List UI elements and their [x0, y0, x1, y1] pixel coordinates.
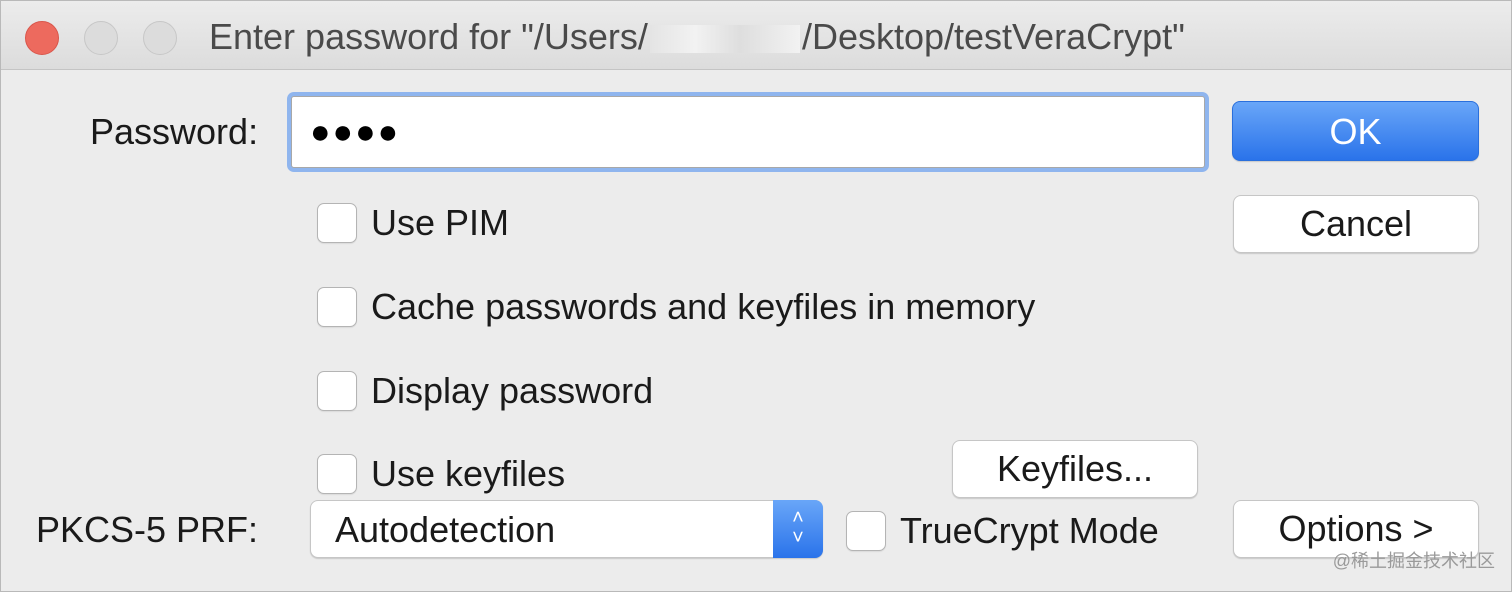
zoom-traffic-light-icon[interactable]	[143, 21, 177, 55]
close-traffic-light-icon[interactable]	[25, 21, 59, 55]
cancel-button[interactable]: Cancel	[1233, 195, 1479, 253]
prf-selected-value: Autodetection	[335, 509, 556, 550]
use-pim-checkbox[interactable]	[317, 203, 357, 243]
prf-label: PKCS-5 PRF:	[36, 509, 259, 550]
title-bar: Enter password for "/Users/ /Desktop/test…	[1, 1, 1511, 70]
display-password-checkbox[interactable]	[317, 371, 357, 411]
prf-select[interactable]: Autodetection ˄ ˅	[310, 500, 823, 558]
password-input[interactable]: ●●●●	[291, 96, 1205, 168]
password-masked-value: ●●●●	[310, 113, 401, 151]
cache-passwords-label: Cache passwords and keyfiles in memory	[371, 286, 1036, 327]
window-title-prefix: Enter password for "/Users/	[209, 16, 648, 57]
redacted-username	[649, 25, 800, 54]
ok-button[interactable]: OK	[1232, 101, 1479, 161]
window-title-suffix: /Desktop/testVeraCrypt"	[801, 16, 1185, 57]
watermark: @稀土掘金技术社区	[1332, 551, 1495, 571]
keyfiles-button[interactable]: Keyfiles...	[952, 440, 1198, 498]
password-dialog: Enter password for "/Users/ /Desktop/test…	[0, 0, 1512, 592]
truecrypt-mode-checkbox[interactable]	[846, 511, 886, 551]
minimize-traffic-light-icon[interactable]	[84, 21, 118, 55]
use-keyfiles-checkbox[interactable]	[317, 454, 357, 494]
truecrypt-mode-label: TrueCrypt Mode	[900, 510, 1159, 551]
use-keyfiles-label: Use keyfiles	[371, 453, 566, 494]
chevron-up-down-icon: ˄ ˅	[773, 500, 823, 558]
use-pim-label: Use PIM	[371, 202, 510, 243]
display-password-label: Display password	[371, 370, 654, 411]
window-title: Enter password for "/Users/ /Desktop/test…	[209, 15, 1185, 59]
password-label: Password:	[90, 111, 259, 152]
cache-passwords-checkbox[interactable]	[317, 287, 357, 327]
